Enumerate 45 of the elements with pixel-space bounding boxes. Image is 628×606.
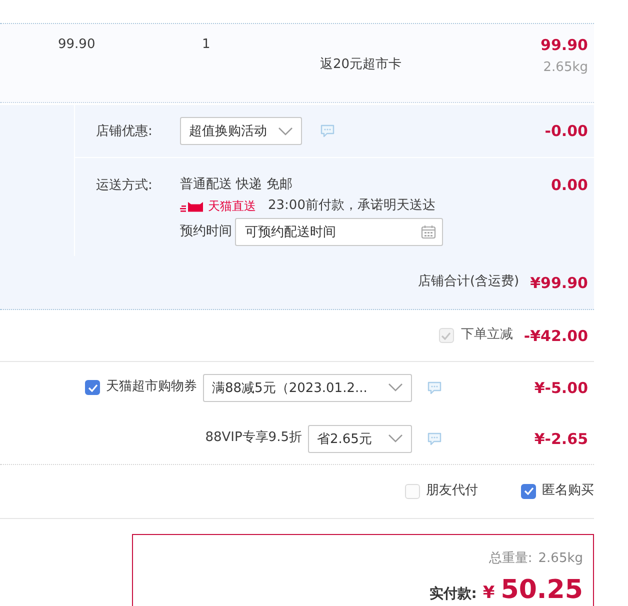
discount-amount: ¥-2.65 — [533, 430, 588, 448]
promo-note: 返20元超市卡 — [320, 57, 403, 74]
weight-label: 总重量: — [488, 551, 532, 568]
pay-amount: 50.25 — [500, 574, 583, 606]
option-label: 匿名购买 — [542, 483, 594, 500]
chat-bubble-icon[interactable] — [320, 124, 335, 138]
quantity: 1 — [202, 37, 212, 54]
currency-sign: ¥ — [482, 582, 495, 604]
discount-amount: -0.00 — [544, 122, 588, 140]
delivery-time-field[interactable]: 可预约配送时间 — [235, 218, 443, 246]
chat-bubble-icon[interactable] — [427, 432, 442, 446]
instant-discount-label: 下单立减 — [460, 327, 513, 344]
calendar-icon[interactable] — [421, 225, 436, 239]
field-label: 运送方式: — [96, 177, 154, 194]
coupon-select[interactable]: 省2.65元 — [308, 424, 412, 452]
shipping-method: 普通配送 快递 免邮 — [180, 176, 292, 194]
promotion-select[interactable]: 超值换购活动 — [180, 117, 302, 145]
direct-delivery-label: 天猫直送 — [208, 198, 256, 214]
instant-discount-amount: -¥42.00 — [524, 326, 588, 344]
option-label: 朋友代付 — [426, 483, 478, 500]
discount-amount: ¥-5.00 — [533, 378, 588, 396]
coupon-select[interactable]: 满88减5元（2023.01.2... — [203, 374, 412, 402]
cat-head-logo-icon — [180, 200, 206, 212]
shipping-fee: 0.00 — [550, 176, 588, 194]
appointment-label: 预约时间 — [180, 224, 232, 240]
total-weight: 2.65kg — [538, 551, 583, 568]
chevron-down-icon — [388, 383, 403, 392]
subtotal-price: 99.90 — [540, 36, 588, 54]
coupon-label: 88VIP专享9.5折 — [205, 430, 302, 447]
field-label: 店铺优惠: — [96, 123, 154, 140]
coupon-label: 天猫超市购物券 — [106, 379, 197, 396]
pay-label: 实付款: — [429, 584, 477, 604]
item-weight: 2.65kg — [543, 60, 588, 77]
delivery-promise: 23:00前付款，承诺明天送达 — [268, 198, 436, 214]
shop-total-price: ¥99.90 — [530, 274, 588, 292]
chat-bubble-icon[interactable] — [427, 380, 442, 394]
unit-price: 99.90 — [58, 37, 96, 54]
chevron-down-icon — [278, 126, 293, 136]
checkbox[interactable] — [85, 380, 100, 395]
shop-total-label: 店铺合计(含运费) — [418, 274, 520, 291]
checkmark-icon — [441, 332, 452, 340]
checkmark-icon — [524, 487, 534, 496]
chevron-down-icon — [388, 434, 403, 443]
checkbox[interactable] — [521, 484, 536, 499]
checkmark-icon — [88, 384, 98, 392]
